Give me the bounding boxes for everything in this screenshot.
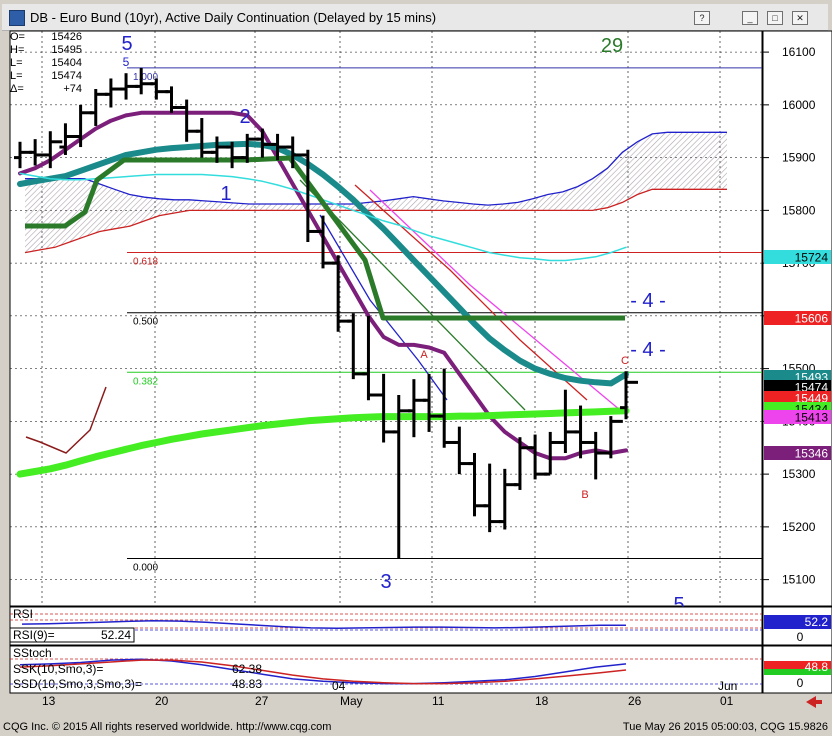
ohlc-readout: O= 15426 H= 15495 L= 15404 L= 15474 Δ= +74 <box>10 31 82 96</box>
wave-label: A <box>420 349 428 361</box>
wave-label: 5 <box>121 33 132 55</box>
y-tick-label: 15100 <box>782 573 816 587</box>
ohlc-row: L= 15404 <box>10 57 82 69</box>
ohlc-row: Δ= +74 <box>10 83 82 95</box>
y-tick-label: 15200 <box>782 520 816 534</box>
scroll-left-icon[interactable] <box>806 696 822 708</box>
y-tick-label: 16000 <box>782 98 816 112</box>
y-tick-label: 16100 <box>782 45 816 59</box>
wave-label: - 4 - <box>630 290 666 312</box>
rsi-tag-label: 52.2 <box>805 615 829 629</box>
stoch-tag-label: 48.8 <box>805 660 829 674</box>
copyright-text: CQG Inc. © 2015 All rights reserved worl… <box>3 721 332 733</box>
ohlc-row: H= 15495 <box>10 44 82 56</box>
x-tick-label: May <box>340 694 363 708</box>
ohlc-row: L= 15474 <box>10 70 82 82</box>
wave-label: 5 <box>123 55 130 69</box>
price-tag-label: 15606 <box>795 312 829 326</box>
fib-label: 0.382 <box>133 376 158 387</box>
x-tick-label: 26 <box>628 694 642 708</box>
stoch-axis-zero: 0 <box>797 676 804 690</box>
ohlc-row: O= 15426 <box>10 31 82 43</box>
x-tick-label: 20 <box>155 694 169 708</box>
chart-window: DB - Euro Bund (10yr), Active Daily Cont… <box>0 0 832 736</box>
status-footer: CQG Inc. © 2015 All rights reserved worl… <box>0 718 832 736</box>
stoch-ssd-value: 48.83 <box>232 677 262 691</box>
y-tick-label: 15800 <box>782 203 816 217</box>
wave-label: - 4 - <box>630 339 666 361</box>
wave-label: 29 <box>601 35 623 57</box>
wave-label: 3 <box>380 571 391 593</box>
timestamp-text: Tue May 26 2015 05:00:03, CQG 15.9826 <box>622 721 828 733</box>
x-tick-label: 13 <box>42 694 56 708</box>
date-axis-strip <box>10 694 762 718</box>
fib-label: 0.000 <box>133 563 158 574</box>
rsi-value: 52.24 <box>101 628 131 642</box>
price-tag-label: 15346 <box>795 447 829 461</box>
x-tick-label: 04 <box>332 679 346 693</box>
price-tag-label: 15724 <box>795 251 829 265</box>
rsi-title: RSI <box>13 607 33 621</box>
fib-label: 0.618 <box>133 257 158 268</box>
x-tick-label: 27 <box>255 694 269 708</box>
stoch-ssk-label: SSK(10,Smo,3)= <box>13 662 103 676</box>
y-tick-label: 15300 <box>782 467 816 481</box>
wave-label: 2 <box>239 106 250 128</box>
x-tick-label: 18 <box>535 694 549 708</box>
rsi-axis-zero: 0 <box>797 630 804 644</box>
stoch-ssk-value: 62.38 <box>232 662 262 676</box>
fib-label: 0.500 <box>133 317 158 328</box>
wave-label: C <box>621 355 629 367</box>
price-tag-label: 15413 <box>795 411 829 425</box>
fib-label: 1.000 <box>133 72 158 83</box>
rsi-label: RSI(9)= <box>13 628 55 642</box>
x-tick-label: 11 <box>432 694 445 708</box>
y-tick-label: 15900 <box>782 151 816 165</box>
wave-label: 1 <box>220 183 231 205</box>
stoch-ssd-label: SSD(10,Smo,3,Smo,3)= <box>13 677 142 691</box>
stoch-title: SStoch <box>13 646 52 660</box>
x-tick-label: Jun <box>718 679 737 693</box>
wave-label: B <box>581 489 588 501</box>
x-tick-label: 01 <box>720 694 734 708</box>
price-chart[interactable]: 1510015200153001540015500156001570015800… <box>0 0 832 736</box>
